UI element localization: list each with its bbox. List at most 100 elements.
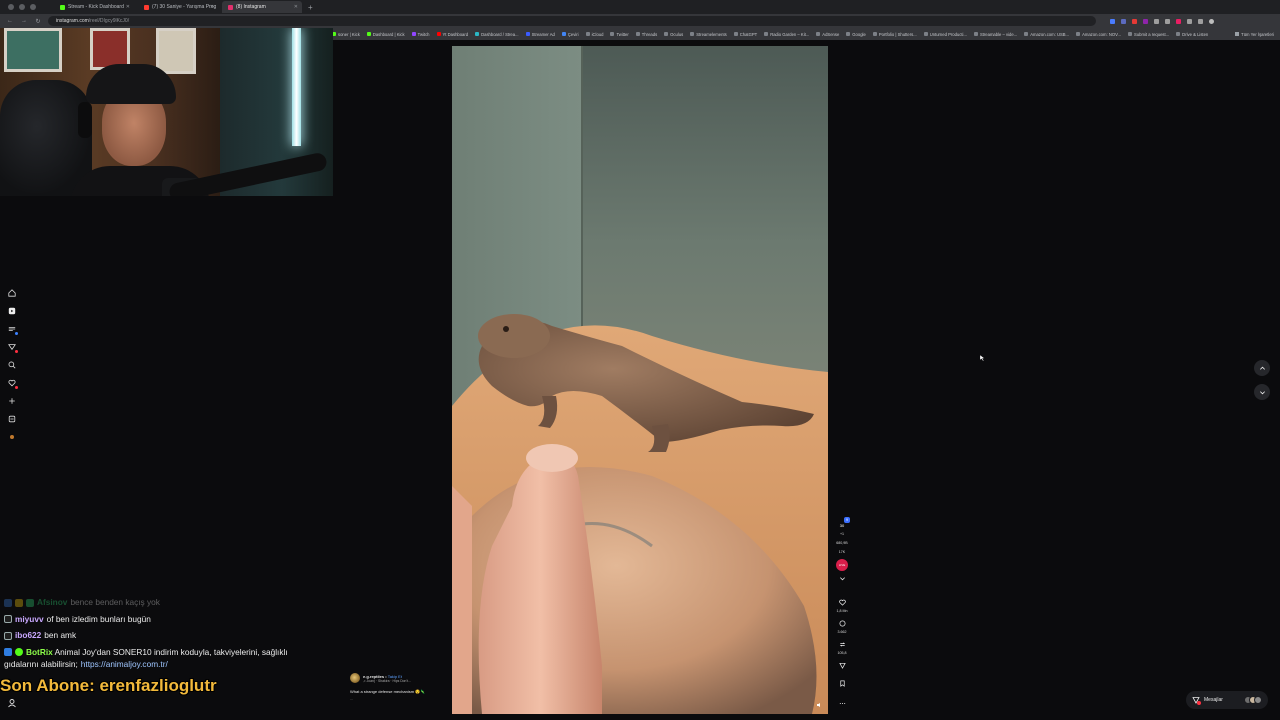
url-path: /reel/DIgcy9lKcJ0/ — [88, 18, 130, 24]
extension-icon[interactable] — [1165, 18, 1170, 24]
bookmark-item[interactable]: Oculus — [664, 32, 683, 37]
bookmark-item[interactable]: iCloud — [585, 32, 603, 37]
bookmark-item[interactable]: Submit a request... — [1128, 32, 1169, 37]
headset — [78, 102, 92, 138]
bookmark-icon — [525, 32, 530, 36]
bookmark-item[interactable]: Yt Dashboard — [436, 31, 469, 37]
browser-tab-bar: Stream - Kick Dashboard ✕ (7) 30 Saniye … — [0, 0, 1280, 14]
chat-text: Animal Joy'dan SONER10 indirim koduyla, … — [54, 646, 288, 657]
bookmark-item[interactable]: Çeviri — [561, 32, 579, 37]
audio-track-label[interactable]: ♫ Joan) · Shakira · Hips Don't... — [363, 679, 411, 683]
all-bookmarks-button[interactable]: Tüm Yer İşaretleri — [1229, 28, 1274, 40]
bookmark-item[interactable]: Twitch — [411, 32, 430, 37]
share-icon[interactable] — [837, 660, 847, 670]
bookmark-item[interactable]: Threads — [635, 32, 657, 37]
bookmark-item[interactable]: Amazon.com: NOV... — [1076, 32, 1121, 37]
caption-more[interactable]: ... — [350, 697, 450, 701]
bookmark-item[interactable]: Dashboard | Kick — [366, 32, 405, 37]
extension-icon[interactable] — [1121, 18, 1126, 24]
bookmark-item[interactable]: Portfolio | Shutters... — [872, 31, 917, 37]
bookmark-label: Amazon.com: NOV... — [1082, 31, 1122, 37]
bookmark-item[interactable]: Drive & Listen — [1176, 32, 1208, 37]
extension-icon[interactable] — [1176, 18, 1181, 24]
url-field[interactable]: instagram.com/reel/DIgcy9lKcJ0/ — [48, 16, 1096, 26]
more-options-icon[interactable] — [837, 698, 847, 708]
bookmark-item[interactable]: Unturned Producti... — [923, 32, 967, 37]
profile-icon[interactable] — [1209, 18, 1214, 24]
bookmark-item[interactable]: Amazon.com: USB... — [1024, 32, 1069, 37]
next-reel-button[interactable] — [1254, 384, 1270, 400]
profile-avatar-icon[interactable] — [7, 432, 17, 442]
bookmark-icon — [816, 32, 821, 36]
mouse-cursor-icon — [980, 355, 985, 361]
viewers-button[interactable]: 30 9 — [837, 517, 850, 530]
bookmark-label: Streamable – vide... — [979, 31, 1018, 37]
extension-icon[interactable] — [1187, 18, 1192, 24]
extension-icon[interactable] — [1110, 18, 1115, 24]
author-avatar[interactable] — [350, 673, 360, 683]
bookmark-icon — [610, 32, 615, 36]
messages-button[interactable]: Mesajlar — [1186, 691, 1268, 709]
extension-icon[interactable] — [1132, 18, 1137, 24]
bookmark-item[interactable]: Dashboard / Strea... — [475, 32, 519, 37]
tab-label: Stream - Kick Dashboard — [68, 4, 124, 10]
verified-badge-icon — [15, 648, 23, 656]
last-subscriber-banner: Son Abone: erenfazlioglutr — [0, 676, 217, 695]
menu-icon[interactable] — [7, 324, 18, 335]
bookmark-label: soner | Kick — [338, 31, 360, 37]
comment-icon[interactable] — [837, 618, 847, 628]
bookmark-item[interactable]: soner | Kick — [332, 32, 360, 37]
messenger-icon[interactable] — [7, 342, 18, 353]
window-controls[interactable] — [8, 4, 36, 10]
extension-icon[interactable] — [1143, 18, 1148, 24]
window-maximize-button[interactable] — [30, 4, 36, 10]
author-username[interactable]: e.g.reptiles — [363, 674, 384, 679]
browser-tab[interactable]: Stream - Kick Dashboard ✕ — [54, 1, 134, 13]
bookmark-item[interactable]: ChatGPT — [733, 32, 757, 37]
user-profile-icon[interactable] — [7, 698, 17, 708]
home-icon[interactable] — [7, 288, 17, 298]
tab-close-icon[interactable]: ✕ — [126, 4, 130, 10]
bookmark-item[interactable]: Streamable – vide... — [973, 31, 1018, 37]
audio-icon[interactable] — [816, 702, 822, 708]
back-arrow-icon[interactable]: ← — [6, 18, 14, 24]
forward-arrow-icon[interactable]: → — [20, 18, 28, 24]
chat-text: gıdalarını alabilirsin; — [4, 659, 78, 669]
like-heart-icon[interactable] — [837, 597, 847, 607]
chat-message: ibo622 ben amk — [4, 630, 324, 641]
chat-username: miyuvv — [15, 613, 44, 624]
save-bookmark-icon[interactable] — [837, 678, 847, 688]
dashboard-icon[interactable] — [7, 414, 17, 424]
extension-icon[interactable] — [1154, 18, 1159, 24]
bookmark-item[interactable]: Google — [846, 32, 866, 37]
bookmark-item[interactable]: Streamer Ad — [525, 32, 555, 37]
bookmark-item[interactable]: AdSense — [816, 32, 839, 37]
search-icon[interactable] — [7, 360, 17, 370]
reload-icon[interactable]: ↻ — [34, 18, 42, 25]
bookmark-label: Portfolio | Shutters... — [878, 31, 917, 37]
led-light-bar — [292, 28, 301, 146]
bookmark-item[interactable]: Twitter — [610, 32, 629, 37]
reel-video[interactable] — [452, 46, 828, 714]
repost-icon[interactable] — [837, 639, 847, 649]
browser-tab[interactable]: (7) 30 Saniye - Yarışma Prog ✕ — [138, 1, 218, 13]
heart-icon[interactable] — [7, 378, 18, 389]
window-minimize-button[interactable] — [19, 4, 25, 10]
window-close-button[interactable] — [8, 4, 14, 10]
live-badge[interactable]: LIVE — [836, 559, 848, 571]
reels-icon[interactable] — [7, 306, 17, 316]
bookmark-item[interactable]: Streamelements — [690, 32, 727, 37]
bookmark-label: Yt Dashboard — [442, 31, 469, 37]
previous-reel-button[interactable] — [1254, 360, 1270, 376]
browser-tab-active[interactable]: (8) Instagram ✕ — [222, 1, 302, 13]
create-icon[interactable] — [7, 396, 17, 406]
tab-close-icon[interactable]: ✕ — [210, 4, 214, 10]
extension-icon[interactable] — [1198, 18, 1203, 24]
new-tab-button[interactable]: + — [308, 3, 313, 12]
chat-link[interactable]: https://animaljoy.com.tr/ — [81, 659, 168, 670]
follow-button[interactable]: Takip Et — [388, 674, 402, 679]
tab-close-icon[interactable]: ✕ — [294, 4, 298, 10]
chat-text: ben amk — [44, 630, 77, 640]
chevron-down-icon[interactable] — [837, 573, 847, 583]
bookmark-item[interactable]: Radio Garden – Kit... — [764, 32, 809, 37]
